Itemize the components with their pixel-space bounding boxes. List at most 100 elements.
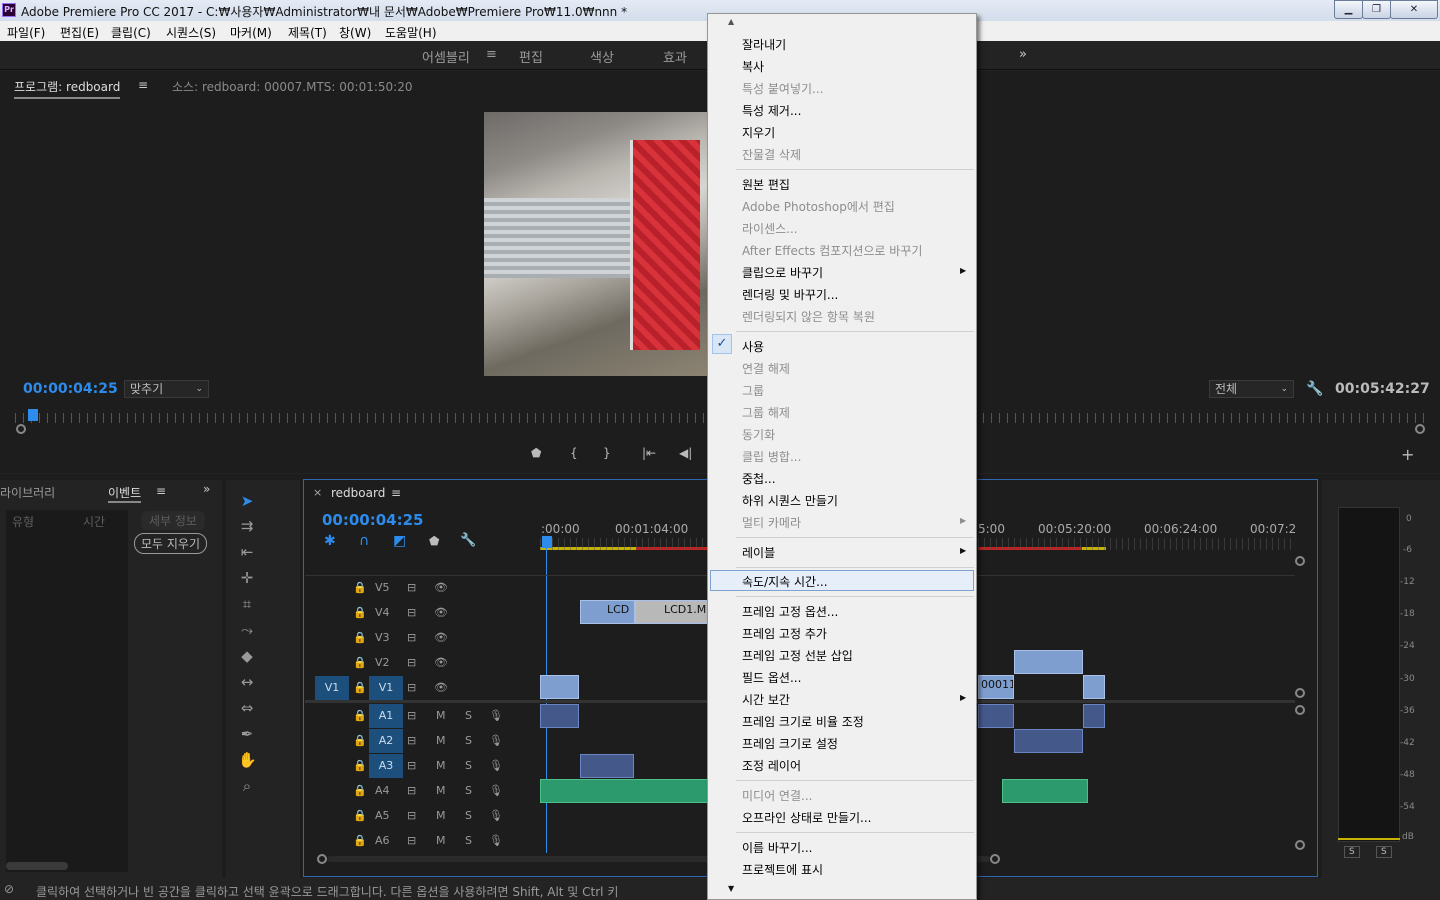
solo-button[interactable]: S — [465, 759, 472, 772]
panel-more-icon[interactable]: » — [203, 482, 210, 496]
hscroll-right-handle[interactable] — [990, 854, 1000, 864]
solo-button[interactable]: S — [465, 834, 472, 847]
add-marker-icon[interactable]: ⬟ — [531, 446, 541, 460]
libraries-tab[interactable]: 라이브러리 — [0, 484, 55, 501]
lock-icon[interactable]: 🔒 — [353, 581, 367, 594]
vscroll-mid-handle[interactable] — [1295, 688, 1305, 698]
sync-icon[interactable]: ⊟ — [407, 709, 416, 722]
zoom-handle-right[interactable] — [1415, 424, 1425, 434]
quality-dropdown[interactable]: 전체 ⌄ — [1209, 380, 1294, 398]
lock-icon[interactable]: 🔒 — [353, 681, 367, 694]
fit-dropdown[interactable]: 맞추기 ⌄ — [124, 380, 209, 398]
menu-item-copy[interactable]: 복사 — [742, 58, 764, 75]
go-to-in-icon[interactable]: |⇤ — [642, 446, 656, 460]
clear-all-button[interactable]: 모두 지우기 — [134, 533, 208, 554]
menu-window[interactable]: 창(W) — [339, 24, 371, 41]
mute-button[interactable]: M — [436, 809, 446, 822]
button-editor-plus-icon[interactable]: + — [1401, 445, 1414, 464]
sequence-menu-icon[interactable]: ≡ — [391, 486, 401, 500]
lock-icon[interactable]: 🔒 — [353, 784, 367, 797]
workspace-color[interactable]: 색상 — [590, 47, 614, 66]
menu-item-synchronize[interactable]: 동기화 — [742, 426, 775, 443]
clip-a3[interactable] — [580, 754, 634, 778]
menu-item-nest[interactable]: 중첩... — [742, 470, 776, 487]
menu-item-render-and-replace[interactable]: 렌더링 및 바꾸기... — [742, 286, 838, 303]
clip-v1-3[interactable] — [1083, 675, 1105, 699]
lock-icon[interactable]: 🔒 — [353, 809, 367, 822]
source-patch-v1[interactable]: V1 — [315, 676, 349, 700]
solo-right-button[interactable]: S — [1376, 846, 1392, 858]
menu-item-license[interactable]: 라이센스... — [742, 220, 798, 237]
mute-button[interactable]: M — [436, 759, 446, 772]
menu-item-enable[interactable]: 사용 — [742, 338, 764, 355]
menu-item-link-media[interactable]: 미디어 연결... — [742, 787, 812, 804]
events-tab[interactable]: 이벤트 — [108, 484, 142, 503]
menu-item-edit-in-photoshop[interactable]: Adobe Photoshop에서 편집 — [742, 198, 895, 215]
menu-item-multi-camera[interactable]: 멀티 카메라 — [742, 514, 801, 531]
clip-a4-1[interactable] — [540, 779, 708, 803]
microphone-icon[interactable]: 🎙 — [489, 809, 503, 822]
nest-toggle-icon[interactable]: ✱ — [324, 533, 336, 549]
microphone-icon[interactable]: 🎙 — [489, 784, 503, 797]
workspace-editing[interactable]: 편집 — [519, 47, 543, 66]
mark-in-icon[interactable]: { — [570, 446, 578, 460]
menu-marker[interactable]: 마커(M) — [230, 24, 272, 41]
lock-icon[interactable]: 🔒 — [353, 734, 367, 747]
menu-item-add-frame-hold[interactable]: 프레임 고정 추가 — [742, 625, 827, 642]
microphone-icon[interactable]: 🎙 — [489, 734, 503, 747]
menu-item-set-to-frame[interactable]: 프레임 크기로 설정 — [742, 735, 838, 752]
menu-item-edit-original[interactable]: 원본 편집 — [742, 176, 790, 193]
menu-item-field-options[interactable]: 필드 옵션... — [742, 669, 801, 686]
clip-v1-1[interactable] — [540, 675, 579, 699]
events-menu-icon[interactable]: ≡ — [156, 484, 166, 498]
hscroll-left-handle[interactable] — [317, 854, 327, 864]
mute-button[interactable]: M — [436, 784, 446, 797]
menu-item-label[interactable]: 레이블 — [742, 544, 775, 561]
microphone-icon[interactable]: 🎙 — [489, 834, 503, 847]
eye-icon[interactable]: 👁 — [434, 581, 448, 594]
mute-button[interactable]: M — [436, 834, 446, 847]
clip-a4-2[interactable] — [1002, 779, 1088, 803]
mute-button[interactable]: M — [436, 734, 446, 747]
lock-icon[interactable]: 🔒 — [353, 656, 367, 669]
sync-icon[interactable]: ⊟ — [407, 606, 416, 619]
menu-item-ripple-delete[interactable]: 잔물결 삭제 — [742, 146, 801, 163]
clip-v1-00011[interactable]: 00011 — [978, 675, 1014, 699]
sync-icon[interactable]: ⊟ — [407, 681, 416, 694]
menu-item-restore-unrendered[interactable]: 렌더링되지 않은 항목 복원 — [742, 308, 875, 325]
menu-item-adjustment-layer[interactable]: 조정 레이어 — [742, 757, 801, 774]
vscroll-top-handle[interactable] — [1295, 556, 1305, 566]
maximize-button[interactable]: ❐ — [1362, 0, 1391, 19]
eye-icon[interactable]: 👁 — [434, 656, 448, 669]
track-label[interactable]: A3 — [369, 754, 403, 778]
linked-selection-icon[interactable]: ◩ — [393, 533, 406, 549]
snap-icon[interactable]: ∩ — [359, 533, 369, 549]
clip-v4-lcd[interactable]: LCD — [580, 600, 635, 624]
sync-icon[interactable]: ⊟ — [407, 809, 416, 822]
eye-icon[interactable]: 👁 — [434, 631, 448, 644]
rate-stretch-tool-icon[interactable]: ⌗ — [238, 595, 256, 613]
sync-icon[interactable]: ⊟ — [407, 734, 416, 747]
menu-item-scale-to-frame[interactable]: 프레임 크기로 비율 조정 — [742, 713, 864, 730]
mute-button[interactable]: M — [436, 709, 446, 722]
source-tab[interactable]: 소스: redboard: 00007.MTS: 00:01:50:20 — [172, 78, 412, 95]
clip-a2[interactable] — [1014, 729, 1083, 753]
solo-button[interactable]: S — [465, 709, 472, 722]
hand-tool-icon[interactable]: ✋ — [238, 751, 257, 769]
solo-button[interactable]: S — [465, 784, 472, 797]
lock-icon[interactable]: 🔒 — [353, 709, 367, 722]
menu-item-make-offline[interactable]: 오프라인 상태로 만들기... — [742, 809, 871, 826]
sync-icon[interactable]: ⊟ — [407, 631, 416, 644]
menu-item-frame-hold-options[interactable]: 프레임 고정 옵션... — [742, 603, 838, 620]
menu-item-make-subsequence[interactable]: 하위 시퀀스 만들기 — [742, 492, 838, 509]
menu-item-merge-clips[interactable]: 클립 병합... — [742, 448, 801, 465]
microphone-icon[interactable]: 🎙 — [489, 709, 503, 722]
menu-item-replace-with-ae[interactable]: After Effects 컴포지션으로 바꾸기 — [742, 242, 922, 259]
vscroll-bottom-handle[interactable] — [1295, 840, 1305, 850]
menu-item-ungroup[interactable]: 그룹 해제 — [742, 404, 790, 421]
clip-a1-2[interactable] — [978, 704, 1014, 728]
menu-item-unlink[interactable]: 연결 해제 — [742, 360, 790, 377]
menu-file[interactable]: 파일(F) — [7, 24, 45, 41]
close-window-button[interactable]: ✕ — [1390, 0, 1438, 19]
solo-button[interactable]: S — [465, 734, 472, 747]
